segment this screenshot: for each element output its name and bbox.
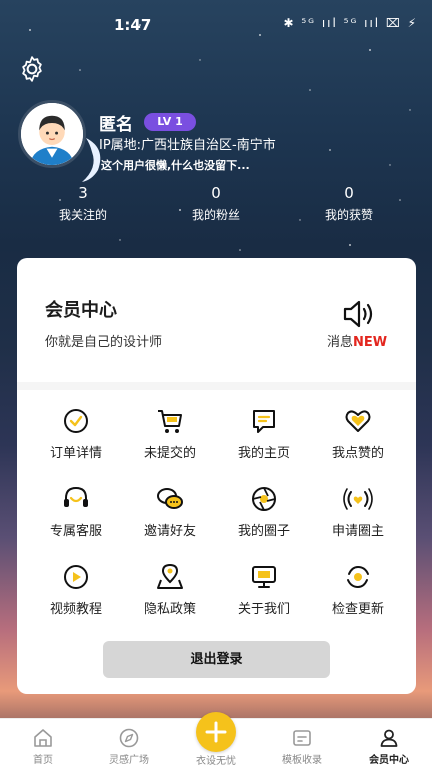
status-bar: 1:47 ✱ ⁵ᴳ ııl ⁵ᴳ ııl ⌧ ⚡ xyxy=(0,12,432,40)
tab-label: 模板收录 xyxy=(282,755,322,766)
member-card: 会员中心 你就是自己的设计师 消息NEW 订单详情 未提交的 我的主页 我点赞的… xyxy=(17,258,416,694)
tab-label: 首页 xyxy=(33,755,53,766)
menu-item-tutorials[interactable]: 视频教程 xyxy=(26,562,126,617)
member-title: 会员中心 xyxy=(45,300,117,321)
menu-label: 我的圈子 xyxy=(237,524,290,539)
home-icon xyxy=(34,729,52,747)
plus-icon xyxy=(205,721,227,743)
stat-following[interactable]: 3 我关注的 xyxy=(23,184,143,223)
avatar-illustration xyxy=(21,103,83,165)
tab-label: 灵感广场 xyxy=(109,755,149,766)
message-link[interactable]: 消息NEW xyxy=(327,331,387,350)
username: 匿名 xyxy=(99,115,133,135)
tab-templates[interactable]: 模板收录 xyxy=(259,719,345,768)
avatar[interactable] xyxy=(18,100,86,168)
stat-label: 我的获赞 xyxy=(324,208,373,222)
aperture-icon xyxy=(252,487,276,511)
stat-label: 我关注的 xyxy=(58,208,107,222)
menu-item-privacy[interactable]: 隐私政策 xyxy=(120,562,220,617)
play-icon xyxy=(64,565,88,589)
heart-icon xyxy=(345,410,371,432)
tab-member-center[interactable]: 会员中心 xyxy=(346,719,432,768)
compass-icon xyxy=(119,728,139,748)
stat-value: 0 xyxy=(344,184,354,202)
new-badge: NEW xyxy=(353,335,388,350)
tab-create-button[interactable] xyxy=(196,712,236,752)
tab-create-label: 衣设无忧 xyxy=(196,756,236,767)
order-check-icon xyxy=(64,409,88,433)
menu-label: 视频教程 xyxy=(49,602,102,617)
menu-label: 邀请好友 xyxy=(143,524,196,539)
stat-label: 我的粉丝 xyxy=(191,208,240,222)
monitor-icon xyxy=(252,566,276,588)
speaker-icon[interactable] xyxy=(342,299,378,329)
logout-button[interactable]: 退出登录 xyxy=(103,641,330,678)
member-subtitle: 你就是自己的设计师 xyxy=(45,335,163,350)
menu-label: 检查更新 xyxy=(331,602,384,617)
level-badge: LV 1 xyxy=(144,113,196,131)
menu-label: 关于我们 xyxy=(237,602,290,617)
stat-followers[interactable]: 0 我的粉丝 xyxy=(156,184,276,223)
message-label: 消息 xyxy=(327,335,354,350)
cart-icon xyxy=(158,410,182,433)
status-indicators: ✱ ⁵ᴳ ııl ⁵ᴳ ııl ⌧ ⚡ xyxy=(283,16,418,30)
menu-label: 隐私政策 xyxy=(143,602,196,617)
menu-label: 我点赞的 xyxy=(331,446,384,461)
menu-item-circle[interactable]: 我的圈子 xyxy=(214,484,314,539)
ip-location: IP属地:广西壮族自治区-南宁市 xyxy=(99,138,276,153)
menu-item-liked[interactable]: 我点赞的 xyxy=(308,406,408,461)
stat-value: 3 xyxy=(78,184,88,202)
menu-label: 未提交的 xyxy=(143,446,196,461)
menu-label: 订单详情 xyxy=(49,446,102,461)
menu-label: 专属客服 xyxy=(49,524,102,539)
broadcast-heart-icon xyxy=(343,488,373,510)
menu-label: 我的主页 xyxy=(237,446,290,461)
map-pin-icon xyxy=(157,563,183,589)
menu-label: 申请圈主 xyxy=(331,524,384,539)
tab-inspiration[interactable]: 灵感广场 xyxy=(86,719,172,768)
menu-item-unsubmitted[interactable]: 未提交的 xyxy=(120,406,220,461)
headset-icon xyxy=(64,486,88,507)
template-icon xyxy=(293,730,311,746)
status-time: 1:47 xyxy=(114,16,152,34)
menu-item-homepage[interactable]: 我的主页 xyxy=(214,406,314,461)
settings-gear-icon[interactable] xyxy=(17,54,47,84)
chat-bubbles-icon xyxy=(157,488,183,509)
menu-item-support[interactable]: 专属客服 xyxy=(26,484,126,539)
user-bio: 这个用户很懒,什么也没留下... xyxy=(101,159,250,172)
refresh-dot-icon xyxy=(347,565,369,589)
user-icon xyxy=(380,729,398,747)
stat-likes[interactable]: 0 我的获赞 xyxy=(289,184,409,223)
menu-item-invite[interactable]: 邀请好友 xyxy=(120,484,220,539)
stat-value: 0 xyxy=(211,184,221,202)
homepage-icon xyxy=(253,410,275,433)
menu-item-about[interactable]: 关于我们 xyxy=(214,562,314,617)
tab-label: 会员中心 xyxy=(369,755,409,766)
menu-item-apply-host[interactable]: 申请圈主 xyxy=(308,484,408,539)
section-divider xyxy=(17,382,416,390)
tab-home[interactable]: 首页 xyxy=(0,719,86,768)
menu-item-orders[interactable]: 订单详情 xyxy=(26,406,126,461)
menu-item-update[interactable]: 检查更新 xyxy=(308,562,408,617)
